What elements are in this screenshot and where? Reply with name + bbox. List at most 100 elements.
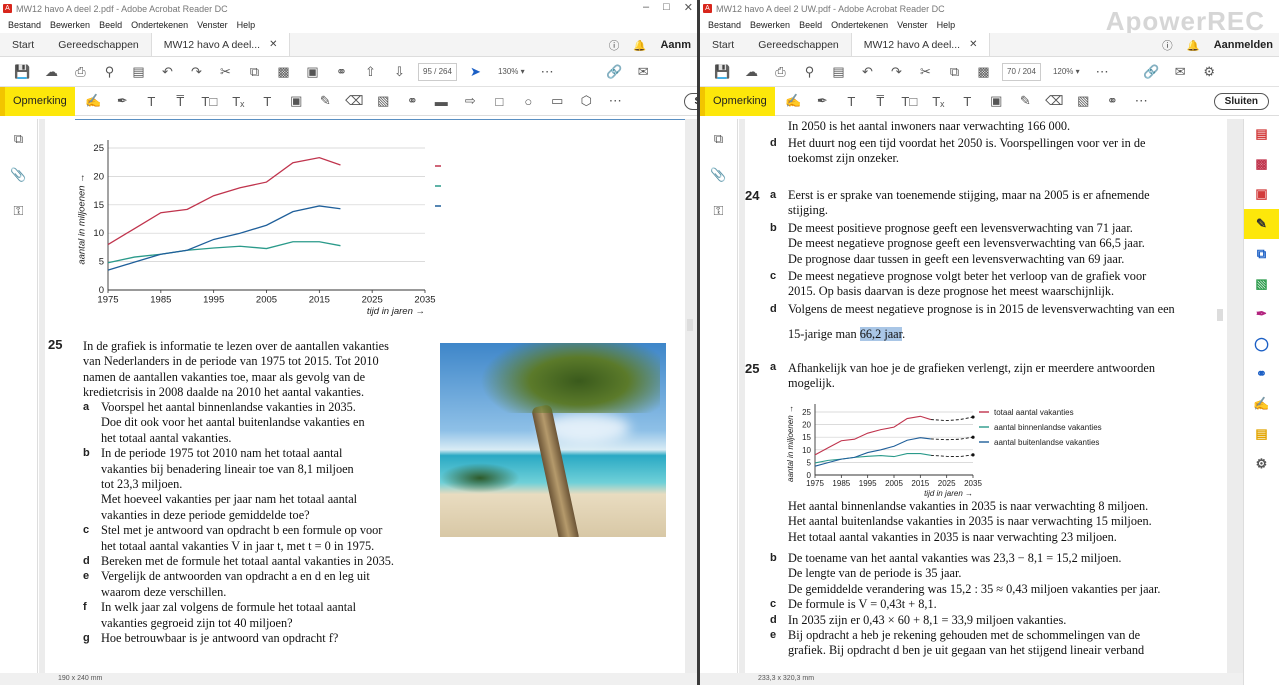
menu-item-ondertekenen[interactable]: Ondertekenen	[831, 20, 888, 30]
close-tab-icon[interactable]: ✕	[269, 39, 277, 50]
file-search-icon[interactable]: ▤	[124, 64, 153, 80]
add-text-icon[interactable]: T	[953, 94, 982, 109]
menu-item-beeld[interactable]: Beeld	[99, 20, 122, 30]
menu-item-venster[interactable]: Venster	[197, 20, 228, 30]
menu-item-ondertekenen[interactable]: Ondertekenen	[131, 20, 188, 30]
replace-text-icon[interactable]: T□	[195, 94, 224, 109]
cut-icon[interactable]: ✂	[911, 64, 940, 80]
redo-icon[interactable]: ↷	[882, 64, 911, 80]
draw-pencil-icon[interactable]: ✎	[1011, 93, 1040, 109]
more-icon[interactable]: ⋯	[1088, 64, 1117, 80]
link-tool-icon[interactable]: 🔗	[600, 64, 629, 80]
tab-tools[interactable]: Gereedschappen	[46, 33, 151, 56]
select-cursor-icon[interactable]: ➤	[461, 64, 490, 80]
help-icon[interactable]: ⓘ	[609, 38, 620, 53]
save-icon[interactable]: 💾	[708, 64, 737, 80]
menu-item-bestand[interactable]: Bestand	[8, 20, 41, 30]
tab-start[interactable]: Start	[700, 33, 746, 56]
print-icon[interactable]: ⎙	[66, 64, 95, 80]
mail-icon[interactable]: ✉	[629, 64, 658, 80]
oval-tool-icon[interactable]: ○	[514, 94, 543, 109]
menu-item-bewerken[interactable]: Bewerken	[750, 20, 790, 30]
strikethrough-icon[interactable]: T̅	[866, 94, 895, 109]
snapshot-icon[interactable]: ▣	[298, 64, 327, 80]
paste-icon[interactable]: ▩	[969, 64, 998, 80]
bell-icon[interactable]: 🔔	[633, 39, 646, 52]
tab-tools[interactable]: Gereedschappen	[746, 33, 851, 56]
protect-shield-icon[interactable]: ◯	[1244, 329, 1279, 359]
close-window-icon[interactable]: ✕	[684, 1, 693, 14]
add-text-icon[interactable]: T	[253, 94, 282, 109]
print-icon[interactable]: ⎙	[766, 64, 795, 80]
minimize-icon[interactable]: –	[643, 1, 649, 14]
highlight-pen-icon[interactable]: ✒	[808, 93, 837, 109]
maximize-icon[interactable]: □	[663, 1, 670, 14]
find-binoculars-icon[interactable]: ⚭	[327, 64, 356, 80]
search-icon[interactable]: ⚲	[795, 64, 824, 80]
sign-in-link[interactable]: Aanmelden	[1214, 39, 1273, 51]
fill-sign-icon[interactable]: ✒	[1244, 299, 1279, 329]
left-scrollbar-thumb[interactable]	[687, 319, 693, 331]
redo-icon[interactable]: ↷	[182, 64, 211, 80]
menu-item-bewerken[interactable]: Bewerken	[50, 20, 90, 30]
stamp-icon[interactable]: ▧	[1069, 93, 1098, 109]
left-document-viewport[interactable]: 0 5 10 15 20 25 1975 1985 1995 2005 2015 2025 2035 ti…	[39, 119, 697, 673]
sticky-note-icon[interactable]: ✍	[779, 93, 808, 109]
page-number-field[interactable]: 95 / 264	[418, 62, 457, 81]
right-scrollbar-thumb[interactable]	[1217, 309, 1223, 321]
page-down-icon[interactable]: ⇩	[385, 64, 414, 80]
attachments-paperclip-icon[interactable]: 📎	[700, 159, 737, 191]
more-tools-icon[interactable]: ⚙	[1244, 449, 1279, 479]
close-comment-button[interactable]: Sl	[683, 92, 697, 110]
copy-icon[interactable]: ⧉	[240, 64, 269, 80]
menu-item-beeld[interactable]: Beeld	[799, 20, 822, 30]
tab-document[interactable]: MW12 havo A deel... ✕	[850, 33, 991, 56]
save-icon[interactable]: 💾	[8, 64, 37, 80]
attach-file-icon[interactable]: ⚭	[1098, 93, 1127, 109]
combine-files-icon[interactable]: ▧	[1244, 269, 1279, 299]
stamp-icon[interactable]: ▧	[369, 93, 398, 109]
rectangle-tool-icon[interactable]: □	[485, 94, 514, 109]
menu-item-venster[interactable]: Venster	[897, 20, 928, 30]
eraser-icon[interactable]: ⌫	[340, 93, 369, 109]
create-pdf-icon[interactable]: ▣	[1244, 179, 1279, 209]
page-thumbnails-icon[interactable]: ⧉	[0, 123, 37, 155]
replace-text-icon[interactable]: T□	[895, 94, 924, 109]
draw-pencil-icon[interactable]: ✎	[311, 93, 340, 109]
link-tool-icon[interactable]: 🔗	[1137, 64, 1166, 80]
mail-icon[interactable]: ✉	[1166, 64, 1195, 80]
comment-tool-icon[interactable]: ✎	[1244, 209, 1279, 239]
text-box-icon[interactable]: ▣	[982, 93, 1011, 109]
page-thumbnails-icon[interactable]: ⧉	[700, 123, 737, 155]
more-comment-icon[interactable]: ⋯	[1127, 93, 1156, 109]
zoom-select[interactable]: 120% ▾	[1049, 63, 1084, 81]
request-signature-icon[interactable]: ✍	[1244, 389, 1279, 419]
page-up-icon[interactable]: ⇧	[356, 64, 385, 80]
menu-item-bestand[interactable]: Bestand	[708, 20, 741, 30]
sticky-note-icon[interactable]: ✍	[79, 93, 108, 109]
share-icon[interactable]: ⧉	[1244, 239, 1279, 269]
eraser-icon[interactable]: ⌫	[1040, 93, 1069, 109]
zoom-select[interactable]: 130% ▾	[494, 63, 529, 81]
text-underline-icon[interactable]: T	[837, 94, 866, 109]
file-search-icon[interactable]: ▤	[824, 64, 853, 80]
strikethrough-icon[interactable]: T̅	[166, 94, 195, 109]
copy-icon[interactable]: ⧉	[940, 64, 969, 80]
send-review-icon[interactable]: ▤	[1244, 419, 1279, 449]
upload-cloud-icon[interactable]: ☁	[737, 64, 766, 80]
scan-icon[interactable]: ⚭	[1244, 359, 1279, 389]
text-underline-icon[interactable]: T	[137, 94, 166, 109]
tab-start[interactable]: Start	[0, 33, 46, 56]
paste-icon[interactable]: ▩	[269, 64, 298, 80]
insert-text-icon[interactable]: Tₓ	[224, 94, 253, 109]
menu-item-help[interactable]: Help	[237, 20, 256, 30]
sign-in-link[interactable]: Aanm	[660, 39, 691, 51]
menu-item-help[interactable]: Help	[937, 20, 956, 30]
undo-icon[interactable]: ↶	[153, 64, 182, 80]
close-comment-button[interactable]: Sluiten	[1213, 92, 1269, 110]
insert-text-icon[interactable]: Tₓ	[924, 94, 953, 109]
export-pdf-icon[interactable]: ▤	[1244, 119, 1279, 149]
undo-icon[interactable]: ↶	[853, 64, 882, 80]
attachments-paperclip-icon[interactable]: 📎	[0, 159, 37, 191]
page-number-field[interactable]: 70 / 204	[1002, 62, 1041, 81]
